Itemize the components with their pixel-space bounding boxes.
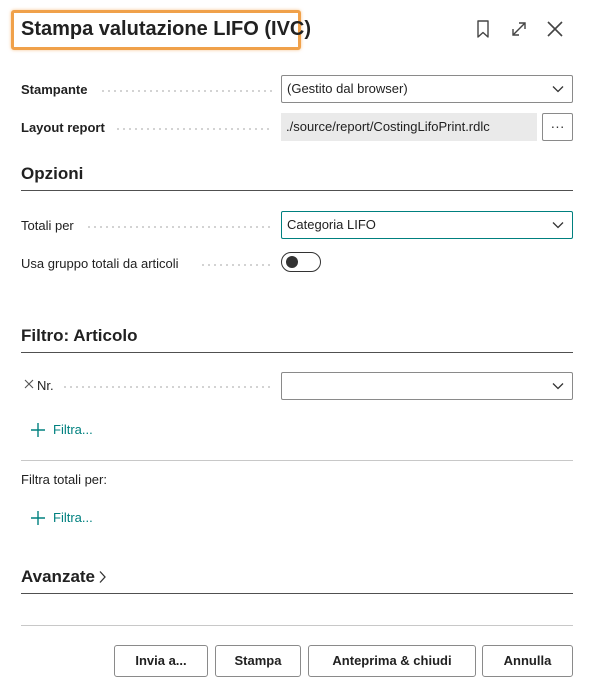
divider [21,352,573,353]
printer-value: (Gestito dal browser) [287,81,408,96]
chevron-down-icon [552,85,564,93]
chevron-down-icon [552,382,564,390]
remove-filter-icon[interactable] [24,379,34,389]
layout-lookup-button[interactable]: ··· [542,113,573,141]
report-request-dialog: Stampa valutazione LIFO (IVC) Stampante … [0,0,591,690]
preview-close-button[interactable]: Anteprima & chiudi [308,645,476,677]
printer-label: Stampante [21,82,88,97]
dotted-leader [115,128,272,130]
add-filter-label: Filtra... [53,510,93,525]
advanced-section-toggle[interactable]: Avanzate [21,567,95,587]
use-group-toggle[interactable] [281,252,321,272]
cancel-button[interactable]: Annulla [482,645,573,677]
divider [21,190,573,191]
dotted-leader [62,386,272,388]
dotted-leader [200,264,272,266]
dotted-leader [86,226,272,228]
print-button[interactable]: Stampa [215,645,301,677]
expand-icon[interactable] [507,17,531,41]
close-icon[interactable] [543,17,567,41]
send-to-button[interactable]: Invia a... [114,645,208,677]
divider [21,460,573,461]
divider [21,593,573,594]
dotted-leader [100,90,272,92]
item-no-label: Nr. [37,378,54,393]
totals-filter-label: Filtra totali per: [21,472,107,487]
chevron-down-icon [552,221,564,229]
use-group-label: Usa gruppo totali da articoli [21,256,179,271]
footer-divider [21,625,573,626]
layout-report-label: Layout report [21,120,105,135]
chevron-right-icon [98,570,107,584]
plus-icon [30,510,46,526]
item-no-filter-select[interactable] [281,372,573,400]
layout-report-value: ./source/report/CostingLifoPrint.rdlc [281,113,537,141]
toggle-knob [286,256,298,268]
add-filter-label: Filtra... [53,422,93,437]
item-filter-section-title: Filtro: Articolo [21,326,138,345]
bookmark-icon[interactable] [471,17,495,41]
totals-by-select[interactable]: Categoria LIFO [281,211,573,239]
totals-by-label: Totali per [21,218,74,233]
printer-select[interactable]: (Gestito dal browser) [281,75,573,103]
page-title: Stampa valutazione LIFO (IVC) [21,18,312,40]
plus-icon [30,422,46,438]
options-section-title: Opzioni [21,164,84,183]
totals-by-value: Categoria LIFO [287,217,376,232]
